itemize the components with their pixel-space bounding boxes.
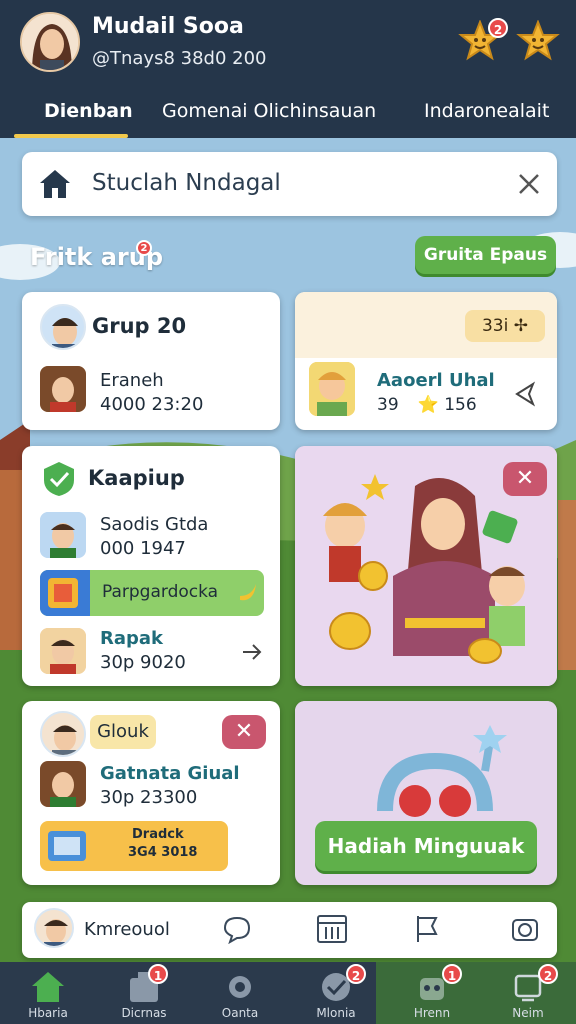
nav-neim[interactable]: 2 Neim <box>480 962 576 1024</box>
home-nav-icon <box>32 972 64 1002</box>
reward-box-line1: Dradck <box>132 827 184 842</box>
nav-dicrnas[interactable]: 1 Dicrnas <box>96 962 192 1024</box>
glouk-member-name: Gatnata Giual <box>100 763 240 784</box>
strip-avatar[interactable] <box>34 908 74 948</box>
row1-avatar <box>40 512 86 558</box>
nav-oanta[interactable]: Oanta <box>192 962 288 1024</box>
app-header: Mudail Sooa @Tnays8 38d0 200 2 Dienban G… <box>0 0 576 138</box>
kaapiup-title: Kaapiup <box>88 466 185 490</box>
bottom-nav: Hbaria 1 Dicrnas Oanta 2 Mlonia 1 Hrenn … <box>0 962 576 1024</box>
key-illustration <box>295 701 557 821</box>
close-glouk-button[interactable]: ✕ <box>222 715 266 749</box>
gear-nav-icon <box>229 976 251 998</box>
search-bar[interactable]: Stuclah Nndagal <box>22 152 557 216</box>
glouk-avatar <box>40 711 86 757</box>
group-title: Grup 20 <box>92 314 187 338</box>
arrow-right-icon[interactable] <box>240 640 264 664</box>
active-tab-indicator <box>14 134 128 138</box>
illustration-card: ✕ <box>295 446 557 686</box>
shield-icon <box>44 462 74 496</box>
camera-icon[interactable] <box>510 914 540 944</box>
create-group-button[interactable]: Gruita Epaus <box>415 236 556 274</box>
member-meta: 4000 23:20 <box>100 394 204 415</box>
glouk-member-meta: 30p 23300 <box>100 787 198 808</box>
reward-meta: 39 ⭐ 156 <box>377 395 477 415</box>
tab-bar: Dienban Gomenai Olichinsauan Indaroneala… <box>0 92 576 138</box>
glouk-reward-box[interactable]: Dradck 3G4 3018 <box>40 821 228 871</box>
reward-box-line2: 3G4 3018 <box>128 845 198 860</box>
row2-avatar <box>40 628 86 674</box>
nav-label-oanta: Oanta <box>221 1006 259 1020</box>
highlight-label: Parpgardocka <box>102 582 219 602</box>
calendar-icon[interactable] <box>316 914 348 944</box>
notification-badge: 2 <box>488 18 508 38</box>
search-input[interactable]: Stuclah Nndagal <box>92 170 281 196</box>
section-badge: 2 <box>136 240 152 256</box>
nav-label-dicrnas: Dicrnas <box>121 1006 167 1020</box>
nav-hrenn[interactable]: 1 Hrenn <box>384 962 480 1024</box>
member-name: Eraneh <box>100 370 164 391</box>
nav-label-mlonia: Mlonia <box>316 1006 356 1020</box>
tab-indaronealait[interactable]: Indaronealait <box>424 100 549 122</box>
nav-label-home: Hbaria <box>28 1006 68 1020</box>
reward-name: Aaoerl Uhal <box>377 370 495 391</box>
close-illustration-button[interactable]: ✕ <box>503 462 547 496</box>
child-avatar <box>309 362 355 416</box>
strip-label: Kmreouol <box>84 919 170 940</box>
tab-dienban[interactable]: Dienban <box>44 100 133 122</box>
nav-badge-mlonia: 2 <box>346 964 366 984</box>
kaapiup-card[interactable]: Kaapiup Saodis Gtda 000 1947 Parpgardock… <box>22 446 280 686</box>
group-avatar <box>40 304 86 350</box>
chat-icon[interactable] <box>222 914 252 944</box>
reward-count-pill[interactable]: 33i ✢ <box>465 310 545 342</box>
nav-badge-dicrnas: 1 <box>148 964 168 984</box>
flag-icon[interactable] <box>414 914 442 944</box>
nav-badge-neim: 2 <box>538 964 558 984</box>
home-icon <box>40 170 70 198</box>
nav-label-hrenn: Hrenn <box>413 1006 451 1020</box>
reward-star-icon[interactable] <box>516 19 560 64</box>
nav-label-neim: Neim <box>512 1006 544 1020</box>
nav-badge-hrenn: 1 <box>442 964 462 984</box>
tab-gomenai[interactable]: Gomenai Olichinsauan <box>162 100 376 122</box>
glouk-member-avatar <box>40 761 86 807</box>
quick-actions-bar: Kmreouol <box>22 902 557 958</box>
glouk-tag: Glouk <box>90 715 156 749</box>
user-name: Mudail Sooa <box>92 14 244 39</box>
glouk-card[interactable]: Glouk ✕ Gatnata Giual 30p 23300 Dradck 3… <box>22 701 280 885</box>
close-icon[interactable] <box>517 172 541 196</box>
row1-meta: 000 1947 <box>100 538 186 559</box>
banana-icon <box>240 584 256 601</box>
group-card[interactable]: Grup 20 Eraneh 4000 23:20 <box>22 292 280 430</box>
reward-card[interactable]: 33i ✢ Aaoerl Uhal 39 ⭐ 156 <box>295 292 557 430</box>
share-arrow-icon[interactable] <box>513 380 539 408</box>
profile-avatar[interactable] <box>20 12 80 72</box>
row2-meta: 30p 9020 <box>100 652 186 673</box>
user-handle: @Tnays8 38d0 200 <box>92 48 267 69</box>
member-avatar <box>40 366 86 412</box>
highlight-thumb <box>40 570 90 616</box>
promo-card[interactable]: Hadiah Minguuak <box>295 701 557 885</box>
weekly-reward-button[interactable]: Hadiah Minguuak <box>315 821 537 871</box>
row2-name: Rapak <box>100 628 164 649</box>
nav-mlonia[interactable]: 2 Mlonia <box>288 962 384 1024</box>
nav-home[interactable]: Hbaria <box>0 962 96 1024</box>
card-icon <box>48 831 86 861</box>
row1-name: Saodis Gtda <box>100 514 209 535</box>
highlight-row[interactable]: Parpgardocka <box>40 570 264 616</box>
